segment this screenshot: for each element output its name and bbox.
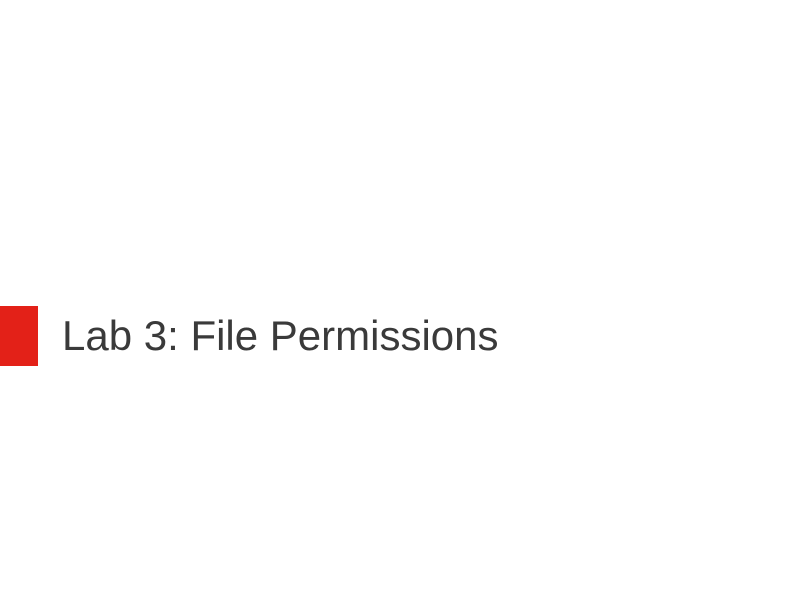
title-slide: Lab 3: File Permissions <box>0 0 794 595</box>
title-row: Lab 3: File Permissions <box>0 306 499 366</box>
slide-title: Lab 3: File Permissions <box>62 313 499 359</box>
accent-bar <box>0 306 38 366</box>
